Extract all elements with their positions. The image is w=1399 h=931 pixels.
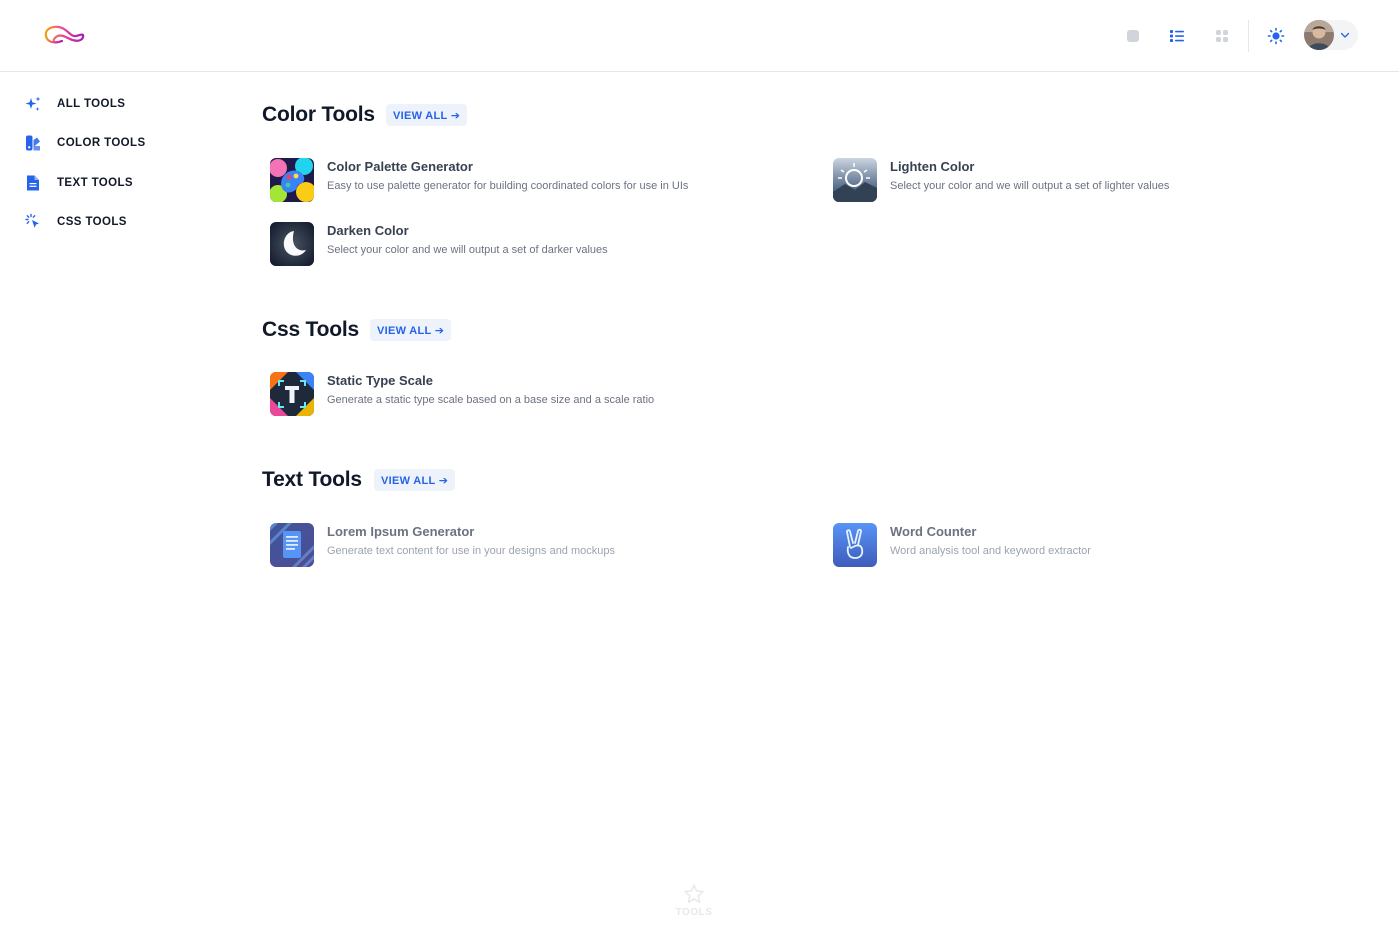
sun-icon[interactable] [1264,24,1288,48]
swatch-icon [24,134,42,152]
tool-description: Generate text content for use in your de… [327,545,615,557]
tool-card-lighten-color[interactable]: Lighten Color Select your color and we w… [833,158,1169,202]
logo-icon[interactable] [42,22,86,50]
section-title-text-tools: Text Tools [262,468,362,491]
tool-name: Color Palette Generator [327,159,473,174]
view-all-text-tools-button[interactable]: VIEW ALL ➔ [374,469,456,491]
tool-name: Lorem Ipsum Generator [327,524,475,539]
sidebar-item-label: TEXT TOOLS [57,177,133,189]
tool-card-color-palette-generator[interactable]: Color Palette Generator Easy to use pale… [270,158,688,202]
view-all-color-tools-button[interactable]: VIEW ALL ➔ [386,104,468,126]
header-divider [1248,20,1249,52]
sparkles-icon [24,95,42,113]
lorem-ipsum-thumbnail [270,523,314,567]
type-scale-thumbnail [270,372,314,416]
chevron-down-icon [1339,29,1351,41]
tool-name: Static Type Scale [327,373,433,388]
sidebar-item-css-tools[interactable]: CSS TOOLS [24,210,127,234]
square-view-icon[interactable] [1121,24,1145,48]
bottom-nav-tools[interactable]: TOOLS [646,858,742,918]
user-menu-button[interactable] [1304,20,1358,50]
tool-card-darken-color[interactable]: Darken Color Select your color and we wi… [270,222,608,266]
sidebar-item-label: CSS TOOLS [57,216,127,228]
tool-description: Word analysis tool and keyword extractor [890,545,1091,557]
sidebar-item-text-tools[interactable]: TEXT TOOLS [24,171,133,195]
top-header [0,0,1399,72]
sidebar-item-label: ALL TOOLS [57,98,126,110]
tool-description: Select your color and we will output a s… [890,180,1170,192]
tool-card-word-counter[interactable]: Word Counter Word analysis tool and keyw… [833,523,1091,567]
document-icon [24,174,42,192]
tool-name: Lighten Color [890,159,975,174]
bottom-nav-label: TOOLS [675,907,713,918]
tool-card-lorem-ipsum-generator[interactable]: Lorem Ipsum Generator Generate text cont… [270,523,615,567]
darken-thumbnail [270,222,314,266]
tool-card-static-type-scale[interactable]: Static Type Scale Generate a static type… [270,372,654,416]
section-title-css-tools: Css Tools [262,318,359,341]
lighten-thumbnail [833,158,877,202]
view-all-css-tools-button[interactable]: VIEW ALL ➔ [370,319,452,341]
avatar [1304,20,1334,50]
tool-description: Generate a static type scale based on a … [327,394,655,406]
section-title-color-tools: Color Tools [262,103,375,126]
sidebar-item-all-tools[interactable]: ALL TOOLS [24,92,125,116]
palette-thumbnail [270,158,314,202]
sidebar-item-label: COLOR TOOLS [57,137,146,149]
list-view-icon[interactable] [1165,24,1189,48]
grid-view-icon[interactable] [1210,24,1234,48]
tool-name: Darken Color [327,223,409,238]
sidebar-item-color-tools[interactable]: COLOR TOOLS [24,131,146,155]
star-icon [683,883,705,905]
cursor-click-icon [24,213,42,231]
tool-description: Select your color and we will output a s… [327,244,608,256]
tool-description: Easy to use palette generator for buildi… [327,180,689,192]
tool-name: Word Counter [890,524,977,539]
word-counter-thumbnail [833,523,877,567]
